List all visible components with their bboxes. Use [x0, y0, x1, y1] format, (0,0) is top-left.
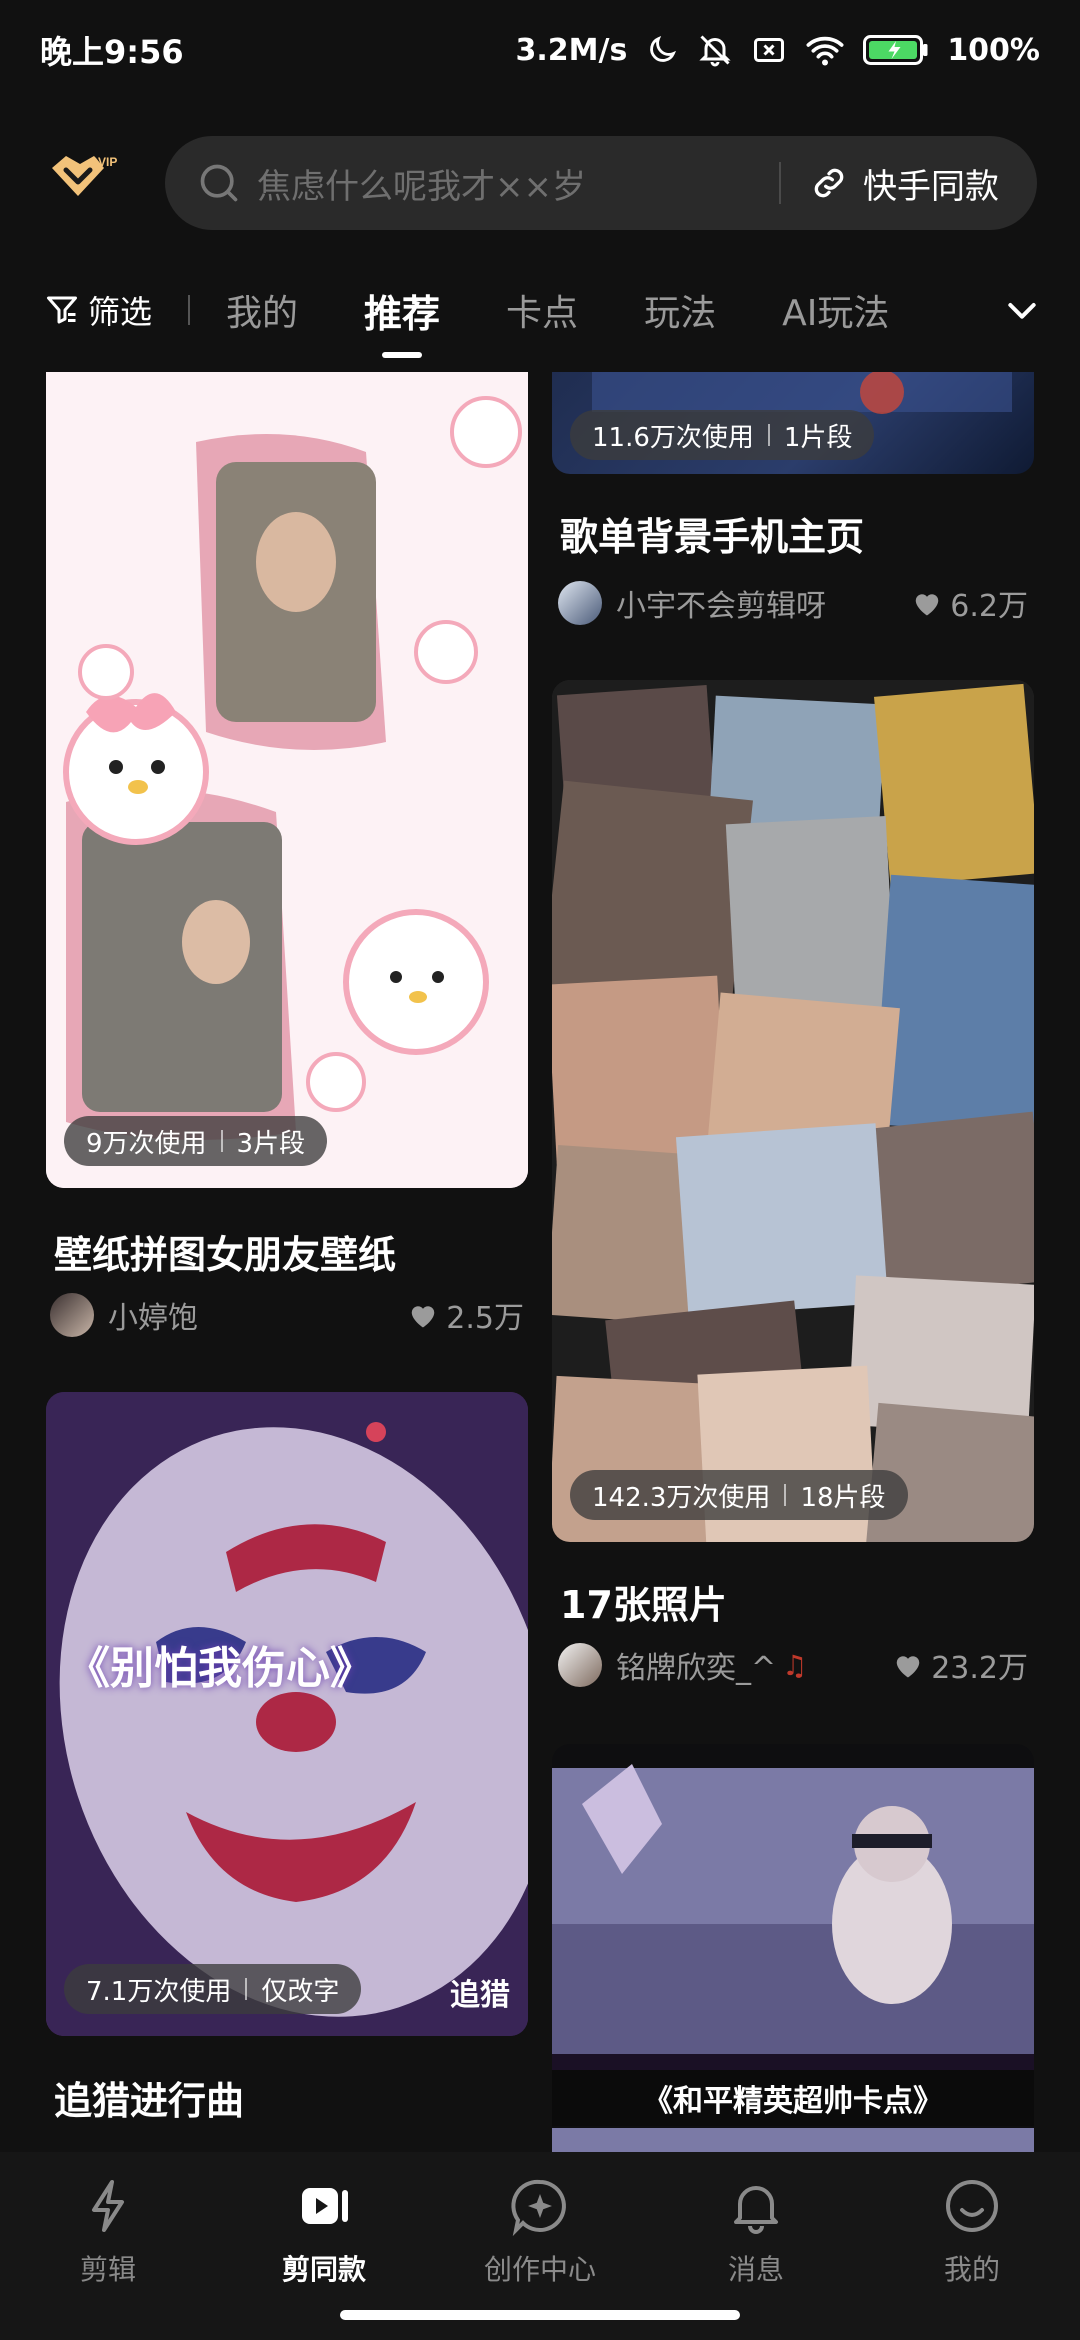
like-count[interactable]: 6.2万 [912, 581, 1028, 625]
like-value: 2.5万 [446, 1301, 524, 1336]
card-title[interactable]: 壁纸拼图女朋友壁纸 [54, 1224, 396, 1279]
heart-icon [896, 1656, 920, 1678]
search-bar[interactable]: 焦虑什么呢我才××岁 快手同款 [165, 136, 1037, 230]
avatar[interactable] [558, 581, 602, 625]
search-input[interactable]: 焦虑什么呢我才××岁 [257, 159, 779, 208]
nav-edit[interactable]: 剪辑 [0, 2174, 216, 2288]
template-card-thumbnail[interactable]: 《别怕我伤心》 7.1万次使用 仅改字 追猎 [46, 1392, 528, 2036]
template-card-thumbnail[interactable]: 《和平精英超帅卡点》 [552, 1744, 1034, 2152]
segment-count: 18片段 [800, 1482, 886, 1513]
vip-heart-icon: VIP [52, 155, 117, 196]
template-card-thumbnail[interactable]: 142.3万次使用 18片段 [552, 680, 1034, 1542]
home-indicator[interactable] [340, 2310, 740, 2320]
link-icon [814, 168, 844, 198]
like-value: 6.2万 [950, 589, 1028, 624]
play-template-icon [302, 2188, 348, 2224]
nav-label: 消息 [727, 2253, 784, 2286]
category-tabs: 筛选 我的 推荐 卡点 玩法 AI玩法 [0, 270, 1080, 350]
heart-icon [412, 1306, 435, 1328]
pill-separator [220, 1130, 223, 1152]
tab-beat[interactable]: 卡点 [506, 284, 578, 336]
like-value: 23.2万 [931, 1651, 1028, 1686]
overlay-caption: 《别怕我伤心》 [66, 1643, 374, 1694]
thumbnail-image [46, 372, 528, 1188]
nav-creator-center[interactable]: 创作中心 [432, 2174, 648, 2288]
usage-count: 7.1万次使用 [86, 1976, 232, 2007]
vip-logo[interactable]: VIP [46, 150, 118, 214]
lightning-icon [92, 2180, 124, 2232]
nav-profile[interactable]: 我的 [864, 2174, 1080, 2288]
bell-icon [734, 2186, 778, 2234]
tab-ai-gameplay[interactable]: AI玩法 [782, 284, 889, 336]
like-count[interactable]: 2.5万 [408, 1293, 524, 1337]
filter-label: 筛选 [88, 293, 153, 331]
card-title[interactable]: 17张照片 [560, 1574, 727, 1629]
status-icons: 3.2M/s 100% [516, 32, 1041, 68]
heart-icon [916, 594, 939, 616]
tab-gameplay[interactable]: 玩法 [644, 284, 716, 336]
usage-pill: 7.1万次使用 仅改字 [64, 1964, 362, 2014]
tab-mine[interactable]: 我的 [226, 284, 298, 336]
usage-pill: 11.6万次使用 1片段 [570, 410, 875, 460]
chevron-down-icon [1008, 303, 1036, 319]
nav-label: 剪辑 [79, 2253, 136, 2286]
battery-icon [863, 33, 929, 67]
template-feed: 11.6万次使用 1片段 歌单背景手机主页 小宇不会剪辑呀 6.2万 9万次使用… [0, 372, 1080, 2152]
segment-count: 3片段 [236, 1128, 306, 1159]
search-icon [200, 164, 238, 202]
usage-pill: 9万次使用 3片段 [64, 1116, 328, 1166]
search-divider [779, 162, 781, 204]
mute-bell-icon [697, 32, 733, 68]
usage-count: 9万次使用 [86, 1128, 207, 1159]
card-title[interactable]: 追猎进行曲 [54, 2070, 244, 2125]
author-name[interactable]: 铭牌欣奕_^ [616, 1643, 776, 1687]
kuaishou-same-button[interactable]: 快手同款 [863, 159, 999, 208]
avatar[interactable] [558, 1643, 602, 1687]
usage-pill: 142.3万次使用 18片段 [570, 1470, 908, 1520]
battery-level: 100% [947, 32, 1040, 68]
usage-count: 142.3万次使用 [592, 1482, 771, 1513]
pill-separator [245, 1978, 248, 2000]
nav-label: 剪同款 [281, 2253, 366, 2286]
avatar[interactable] [50, 1293, 94, 1337]
pill-separator [784, 1484, 787, 1506]
sparkle-icon [511, 2179, 566, 2237]
card-meta: 小婷饱 2.5万 [50, 1290, 524, 1340]
tab-recommended[interactable]: 推荐 [364, 283, 440, 338]
filter-button[interactable]: 筛选 [44, 287, 152, 333]
thumbnail-image [46, 1392, 528, 2036]
author-name[interactable]: 小宇不会剪辑呀 [616, 581, 826, 625]
nav-label: 我的 [943, 2253, 1000, 2286]
usage-count: 11.6万次使用 [592, 422, 754, 453]
author-name[interactable]: 小婷饱 [108, 1293, 198, 1337]
card-title[interactable]: 歌单背景手机主页 [560, 506, 864, 561]
vip-badge-text: VIP [98, 155, 117, 169]
network-speed: 3.2M/s [515, 32, 628, 68]
sim-off-icon [751, 32, 787, 68]
pill-separator [767, 424, 770, 446]
tab-separator [188, 295, 191, 325]
moon-icon [645, 33, 679, 67]
overlay-caption: 《和平精英超帅卡点》 [552, 2070, 1034, 2126]
nav-label: 创作中心 [483, 2253, 596, 2286]
status-bar: 晚上9:56 3.2M/s 100% [0, 0, 1080, 100]
nav-template[interactable]: 剪同款 [216, 2174, 432, 2288]
thumbnail-image [552, 680, 1034, 1542]
search-header: VIP 焦虑什么呢我才××岁 快手同款 [0, 130, 1080, 230]
segment-count: 1片段 [783, 422, 853, 453]
more-tabs-button[interactable] [970, 270, 1080, 350]
corner-tag: 追猎 [450, 1978, 510, 2013]
status-time: 晚上9:56 [40, 33, 184, 71]
wifi-icon [805, 33, 845, 67]
nav-messages[interactable]: 消息 [648, 2174, 864, 2288]
template-card-thumbnail[interactable]: 11.6万次使用 1片段 [552, 372, 1034, 474]
segment-count: 仅改字 [261, 1976, 340, 2007]
filter-icon [47, 296, 77, 324]
card-meta: 小宇不会剪辑呀 6.2万 [558, 578, 1028, 628]
template-card-thumbnail[interactable]: 9万次使用 3片段 [46, 372, 528, 1188]
smile-icon [946, 2180, 998, 2232]
guitar-icon: ♫ [782, 1648, 808, 1682]
like-count[interactable]: 23.2万 [893, 1643, 1028, 1687]
card-meta: 铭牌欣奕_^ ♫ 23.2万 [558, 1640, 1028, 1690]
